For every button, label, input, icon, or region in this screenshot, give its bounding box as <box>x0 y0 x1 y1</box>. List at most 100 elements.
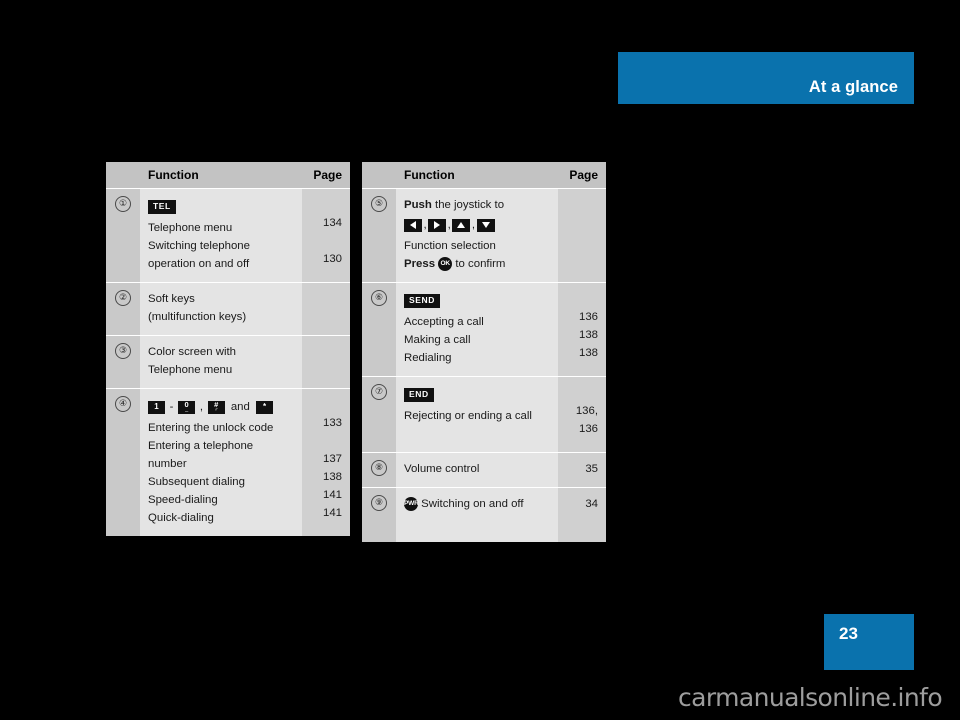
reference-table-right: Function Page ⑤ Push the joystick to ,,,… <box>362 162 606 543</box>
key-0-icon: 0 _ <box>178 400 196 414</box>
circled-number-2: ② <box>115 290 131 306</box>
page-number-value <box>302 232 342 250</box>
keypad-badge-row: 1 - 0 _ , # ♂ and * <box>148 396 295 419</box>
circled-number-9: ⑨ <box>371 495 387 512</box>
page-number-value: 130 <box>322 252 342 265</box>
page-number-value: 141 <box>322 506 342 519</box>
circled-number-1: ① <box>115 196 131 212</box>
row-number-cell: ① <box>106 189 140 282</box>
badge-row: SEND <box>404 290 551 313</box>
row-number-cell: ⑦ <box>362 377 396 453</box>
row-number-cell: ⑧ <box>362 453 396 488</box>
table-row: ① TEL Telephone menu Switching telephone… <box>106 188 350 282</box>
arrow-down-icon <box>476 218 495 232</box>
function-line: Rejecting or ending a call <box>404 409 532 422</box>
page-spacer <box>558 384 598 402</box>
function-line: Accepting a call <box>404 315 484 328</box>
page-number-value <box>302 343 342 361</box>
function-line: Speed-dialing <box>148 493 218 506</box>
power-function-line: PWR Switching on and off <box>404 495 551 513</box>
function-line: Entering the unlock code <box>148 421 274 434</box>
function-line: Subsequent dialing <box>148 475 245 488</box>
row-page-cell: 136 138 138 <box>558 283 606 377</box>
header-cell-function: Function <box>396 162 558 188</box>
circled-number-8: ⑧ <box>371 460 387 477</box>
function-line: Volume control <box>404 462 480 475</box>
row-number-cell: ③ <box>106 336 140 388</box>
function-line: number <box>148 457 187 470</box>
function-line: Entering a telephone <box>148 439 254 452</box>
function-line <box>404 425 551 443</box>
end-badge-icon: END <box>404 388 434 402</box>
push-rest-text: the joystick to <box>431 198 505 211</box>
page-number-value: 136 <box>578 422 598 435</box>
push-instruction-line: Push the joystick to <box>404 196 551 214</box>
badge-row: END <box>404 384 551 407</box>
function-line: Color screen with <box>148 345 236 358</box>
table-row: ⑥ SEND Accepting a call Making a call Re… <box>362 282 606 377</box>
row-function-cell: TEL Telephone menu Switching telephone o… <box>140 189 302 282</box>
comma-separator: , <box>199 401 203 413</box>
header-cell-page: Page <box>302 162 350 188</box>
page-number-value <box>302 432 342 450</box>
page-number-value: 136 <box>578 310 598 323</box>
row-function-cell: Soft keys (multifunction keys) <box>140 283 302 335</box>
row-page-cell: 136, 136 <box>558 377 606 453</box>
and-word: and <box>230 401 250 413</box>
page-number-value <box>302 361 342 379</box>
key-star-icon: * <box>256 400 274 414</box>
page-title: At a glance <box>808 78 898 96</box>
header-cell-number <box>106 162 140 188</box>
header-cell-number <box>362 162 396 188</box>
row-page-cell: 35 <box>558 453 606 488</box>
row-function-cell: Push the joystick to ,,, Function select… <box>396 189 558 283</box>
function-line: Making a call <box>404 333 471 346</box>
row-page-cell <box>302 336 350 388</box>
function-line: operation on and off <box>148 257 250 270</box>
row-number-cell: ② <box>106 283 140 335</box>
row-page-cell <box>302 283 350 335</box>
page-number-value: 136, <box>575 404 598 417</box>
table-row: ⑨ PWR Switching on and off 34 <box>362 487 606 543</box>
table-row: ⑦ END Rejecting or ending a call 136, 13… <box>362 376 606 453</box>
ok-button-icon: OK <box>438 256 453 271</box>
function-line: (multifunction keys) <box>148 310 247 323</box>
page-number-value: 34 <box>585 497 598 510</box>
row-page-cell: 133 137 138 141 141 <box>302 389 350 537</box>
page-spacer <box>558 290 598 308</box>
page-number-value: 35 <box>585 462 598 475</box>
circled-number-4: ④ <box>115 396 131 412</box>
circled-number-5: ⑤ <box>371 196 387 212</box>
row-page-cell: 34 <box>558 488 606 543</box>
table-header-row: Function Page <box>106 162 350 188</box>
page-number-tab: 23 <box>824 614 914 670</box>
page-number-value: 138 <box>578 328 598 341</box>
row-function-cell: Volume control <box>396 453 558 488</box>
press-instruction-line: Press OK to confirm <box>404 255 551 273</box>
page-number: 23 <box>839 624 858 643</box>
row-page-cell: 134 130 <box>302 189 350 282</box>
page-number-value: 133 <box>322 416 342 429</box>
table-header-row: Function Page <box>362 162 606 188</box>
header-cell-function: Function <box>140 162 302 188</box>
row-function-cell: 1 - 0 _ , # ♂ and * Entering the unlock … <box>140 389 302 537</box>
page-spacer <box>558 196 598 214</box>
page-number-value <box>302 308 342 326</box>
page-number-value <box>302 290 342 308</box>
row-function-cell: SEND Accepting a call Making a call Redi… <box>396 283 558 377</box>
table-row: ⑤ Push the joystick to ,,, Function sele… <box>362 188 606 283</box>
watermark-text: carmanualsonline.info <box>678 683 943 712</box>
function-line: Telephone menu <box>148 363 233 376</box>
row-page-cell <box>558 189 606 283</box>
circled-number-6: ⑥ <box>371 290 387 307</box>
tel-badge-icon: TEL <box>148 200 176 214</box>
push-bold-word: Push <box>404 198 432 211</box>
table-row: ③ Color screen with Telephone menu <box>106 335 350 388</box>
table-row: ④ 1 - 0 _ , # ♂ and * Entering the unloc… <box>106 388 350 537</box>
function-line: Quick-dialing <box>148 511 214 524</box>
row-number-cell: ⑨ <box>362 488 396 543</box>
row-number-cell: ④ <box>106 389 140 537</box>
badge-row: TEL <box>148 196 295 219</box>
arrow-up-icon <box>452 218 471 232</box>
press-bold-word: Press <box>404 257 436 270</box>
